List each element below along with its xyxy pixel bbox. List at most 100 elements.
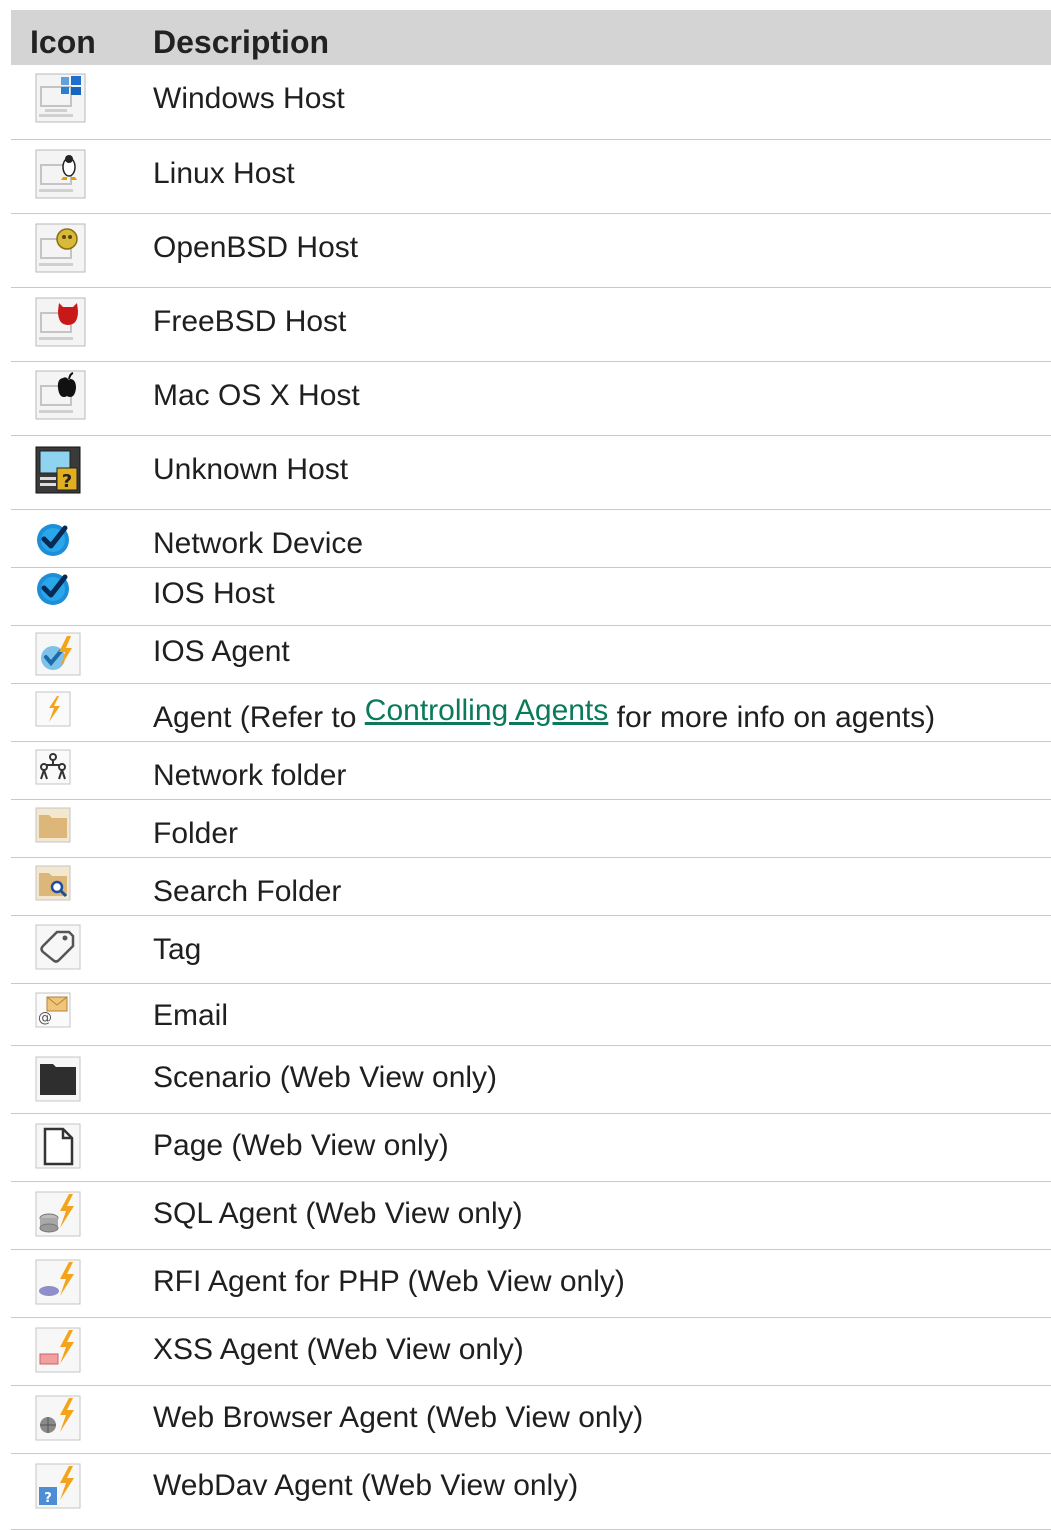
icon-legend-table: Icon Description Windows Host Linux Host — [11, 10, 1051, 1530]
icon-cell — [11, 567, 153, 626]
row-description: Web Browser Agent (Web View only) — [153, 1400, 644, 1434]
row-description: Scenario (Web View only) — [153, 1060, 498, 1094]
icon-cell — [11, 213, 153, 288]
icon-cell — [11, 65, 153, 140]
icon-cell — [11, 1181, 153, 1250]
freebsd-host-icon — [35, 297, 86, 346]
row-description: Agent (Refer to Controlling Agents for m… — [153, 684, 1051, 736]
windows-host-icon — [35, 73, 86, 123]
icon-cell: ? — [11, 1453, 153, 1530]
description-cell: Folder — [153, 799, 1051, 858]
table-row: Page (Web View only) — [11, 1113, 1051, 1182]
row-description: OpenBSD Host — [153, 230, 359, 264]
row-description-text-after-link: for more info on agents) — [608, 700, 936, 734]
email-icon: @ — [35, 992, 79, 1036]
icon-cell — [11, 1113, 153, 1182]
openbsd-host-icon — [35, 223, 86, 272]
description-column-header: Description — [153, 10, 1051, 65]
description-cell: Email — [153, 983, 1051, 1046]
icon-column-header-label: Icon — [30, 24, 96, 60]
description-cell: Agent (Refer to Controlling Agents for m… — [153, 683, 1051, 742]
table-row: Search Folder — [11, 857, 1051, 916]
table-row: Network folder — [11, 741, 1051, 800]
table-row: ? Unknown Host — [11, 435, 1051, 510]
table-row: Folder — [11, 799, 1051, 858]
icon-cell — [11, 1249, 153, 1318]
svg-text:?: ? — [44, 1491, 52, 1506]
description-cell: XSS Agent (Web View only) — [153, 1317, 1051, 1386]
folder-icon — [35, 807, 79, 851]
icon-cell: ? — [11, 435, 153, 510]
description-cell: SQL Agent (Web View only) — [153, 1181, 1051, 1250]
description-cell: WebDav Agent (Web View only) — [153, 1453, 1051, 1530]
icon-cell — [11, 509, 153, 568]
unknown-host-icon: ? — [35, 446, 81, 493]
web-browser-agent-icon — [35, 1395, 81, 1440]
table-row: ? WebDav Agent (Web View only) — [11, 1453, 1051, 1530]
icon-legend-table-container: Icon Description Windows Host Linux Host — [11, 10, 1051, 1530]
row-description: Tag — [153, 932, 202, 966]
row-description: Mac OS X Host — [153, 378, 360, 412]
table-row: Tag — [11, 915, 1051, 984]
icon-cell — [11, 857, 153, 916]
sql-agent-icon — [35, 1191, 81, 1236]
row-description: Page (Web View only) — [153, 1128, 449, 1162]
table-row: Scenario (Web View only) — [11, 1045, 1051, 1114]
description-cell: Unknown Host — [153, 435, 1051, 510]
table-row: Mac OS X Host — [11, 361, 1051, 436]
network-device-icon — [35, 522, 79, 566]
table-row: OpenBSD Host — [11, 213, 1051, 288]
description-cell: IOS Host — [153, 567, 1051, 626]
table-header-row: Icon Description — [11, 10, 1051, 65]
ios-agent-icon — [35, 632, 81, 676]
icon-cell — [11, 361, 153, 436]
table-row: SQL Agent (Web View only) — [11, 1181, 1051, 1250]
table-row: RFI Agent for PHP (Web View only) — [11, 1249, 1051, 1318]
row-description: FreeBSD Host — [153, 304, 347, 338]
row-description: SQL Agent (Web View only) — [153, 1196, 523, 1230]
description-cell: Linux Host — [153, 139, 1051, 214]
webdav-agent-icon: ? — [35, 1463, 81, 1508]
table-row: FreeBSD Host — [11, 287, 1051, 362]
page-icon — [35, 1123, 81, 1168]
description-cell: Tag — [153, 915, 1051, 984]
description-cell: Page (Web View only) — [153, 1113, 1051, 1182]
table-row: Windows Host — [11, 65, 1051, 140]
description-cell: Mac OS X Host — [153, 361, 1051, 436]
description-cell: Search Folder — [153, 857, 1051, 916]
tag-icon — [35, 924, 81, 969]
row-description: Unknown Host — [153, 452, 349, 486]
icon-column-header: Icon — [11, 10, 153, 65]
row-description: Folder — [153, 816, 239, 850]
description-cell: Scenario (Web View only) — [153, 1045, 1051, 1114]
row-description: Linux Host — [153, 156, 295, 190]
macosx-host-icon — [35, 370, 86, 419]
table-row: IOS Agent — [11, 625, 1051, 684]
controlling-agents-link[interactable]: Controlling Agents — [365, 694, 609, 727]
table-row: XSS Agent (Web View only) — [11, 1317, 1051, 1386]
row-description-text-before-link: Agent (Refer to — [153, 700, 365, 734]
description-cell: RFI Agent for PHP (Web View only) — [153, 1249, 1051, 1318]
search-folder-icon — [35, 865, 79, 909]
description-cell: Network Device — [153, 509, 1051, 568]
row-description: Email — [153, 998, 229, 1032]
icon-cell — [11, 683, 153, 742]
description-cell: OpenBSD Host — [153, 213, 1051, 288]
svg-text:@: @ — [38, 1010, 52, 1026]
svg-text:?: ? — [62, 471, 72, 492]
row-description: Windows Host — [153, 82, 345, 115]
icon-cell — [11, 1045, 153, 1114]
table-row: Agent (Refer to Controlling Agents for m… — [11, 683, 1051, 742]
row-description: Network Device — [153, 526, 364, 560]
icon-cell — [11, 1385, 153, 1454]
linux-host-icon — [35, 149, 86, 198]
network-folder-icon — [35, 749, 79, 793]
table-row: Web Browser Agent (Web View only) — [11, 1385, 1051, 1454]
ios-host-icon — [35, 571, 79, 615]
table-row: Linux Host — [11, 139, 1051, 214]
icon-cell — [11, 625, 153, 684]
icon-cell — [11, 287, 153, 362]
xss-agent-icon — [35, 1327, 81, 1372]
icon-cell — [11, 741, 153, 800]
table-row: @ Email — [11, 983, 1051, 1046]
